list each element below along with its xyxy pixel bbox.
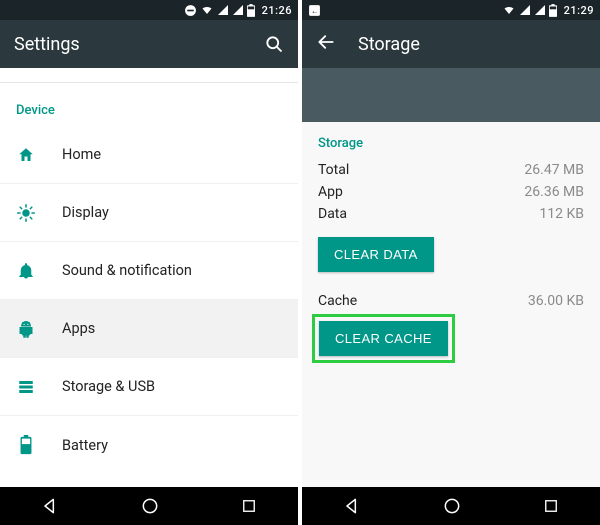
row-value: 26.47 MB	[524, 162, 584, 178]
row-cache: Cache 36.00 KB	[302, 290, 600, 312]
status-bar: 21:26	[0, 0, 298, 20]
nav-bar	[0, 487, 298, 525]
clear-data-button[interactable]: CLEAR DATA	[318, 237, 434, 272]
app-bar: Settings	[0, 20, 298, 68]
row-value: 26.36 MB	[524, 184, 584, 200]
row-label: App	[318, 184, 524, 200]
signal-icon-2	[534, 4, 546, 16]
header-extension	[302, 68, 600, 122]
nav-recent-icon[interactable]	[240, 497, 258, 515]
nav-home-icon[interactable]	[442, 496, 462, 516]
home-icon	[16, 146, 36, 164]
display-icon	[16, 204, 36, 222]
wifi-icon	[200, 4, 214, 16]
settings-row-label: Sound & notification	[62, 262, 192, 279]
phone-settings: 21:26 Settings Device Home	[0, 0, 298, 525]
settings-list: Device Home Display Sound & notification	[0, 68, 298, 487]
battery-icon-status	[549, 4, 557, 17]
settings-row-home[interactable]: Home	[0, 126, 298, 184]
storage-icon	[16, 378, 36, 396]
divider	[0, 82, 298, 83]
phone-storage: 21:29 Storage Storage Total 26.47 MB App…	[302, 0, 600, 525]
page-title: Settings	[14, 34, 242, 55]
highlight-annotation: CLEAR CACHE	[312, 314, 455, 363]
row-label: Cache	[318, 293, 528, 309]
nav-home-icon[interactable]	[140, 496, 160, 516]
battery-icon	[16, 435, 36, 455]
screenshot-icon	[308, 4, 321, 17]
row-value: 36.00 KB	[528, 293, 584, 309]
settings-row-label: Storage & USB	[62, 378, 155, 395]
row-label: Total	[318, 162, 524, 178]
settings-row-sound[interactable]: Sound & notification	[0, 242, 298, 300]
nav-back-icon[interactable]	[40, 496, 60, 516]
settings-row-label: Battery	[62, 437, 108, 454]
nav-recent-icon[interactable]	[542, 497, 560, 515]
app-bar: Storage	[302, 20, 600, 68]
section-header-storage: Storage	[302, 122, 600, 159]
signal-icon	[519, 4, 531, 16]
back-arrow-icon[interactable]	[316, 32, 336, 56]
row-data: Data 112 KB	[302, 203, 600, 225]
nav-bar	[302, 487, 600, 525]
wifi-icon	[502, 4, 516, 16]
storage-content: Storage Total 26.47 MB App 26.36 MB Data…	[302, 122, 600, 487]
settings-row-apps[interactable]: Apps	[0, 300, 298, 358]
row-total: Total 26.47 MB	[302, 159, 600, 181]
search-icon[interactable]	[264, 34, 284, 54]
page-title: Storage	[358, 34, 586, 55]
clear-cache-button[interactable]: CLEAR CACHE	[319, 321, 448, 356]
settings-row-label: Home	[62, 146, 101, 163]
clock: 21:26	[262, 4, 292, 17]
row-app: App 26.36 MB	[302, 181, 600, 203]
dnd-icon	[184, 4, 197, 17]
battery-icon-status	[247, 4, 255, 17]
settings-row-label: Apps	[62, 320, 95, 337]
android-icon	[16, 320, 36, 338]
nav-back-icon[interactable]	[342, 496, 362, 516]
settings-row-label: Display	[62, 204, 109, 221]
row-value: 112 KB	[539, 206, 584, 222]
signal-icon-2	[232, 4, 244, 16]
bell-icon	[16, 262, 36, 280]
settings-row-battery[interactable]: Battery	[0, 416, 298, 474]
clock: 21:29	[564, 4, 594, 17]
settings-row-storage[interactable]: Storage & USB	[0, 358, 298, 416]
settings-row-display[interactable]: Display	[0, 184, 298, 242]
row-label: Data	[318, 206, 539, 222]
signal-icon	[217, 4, 229, 16]
section-header-device: Device	[0, 89, 298, 126]
status-bar: 21:29	[302, 0, 600, 20]
